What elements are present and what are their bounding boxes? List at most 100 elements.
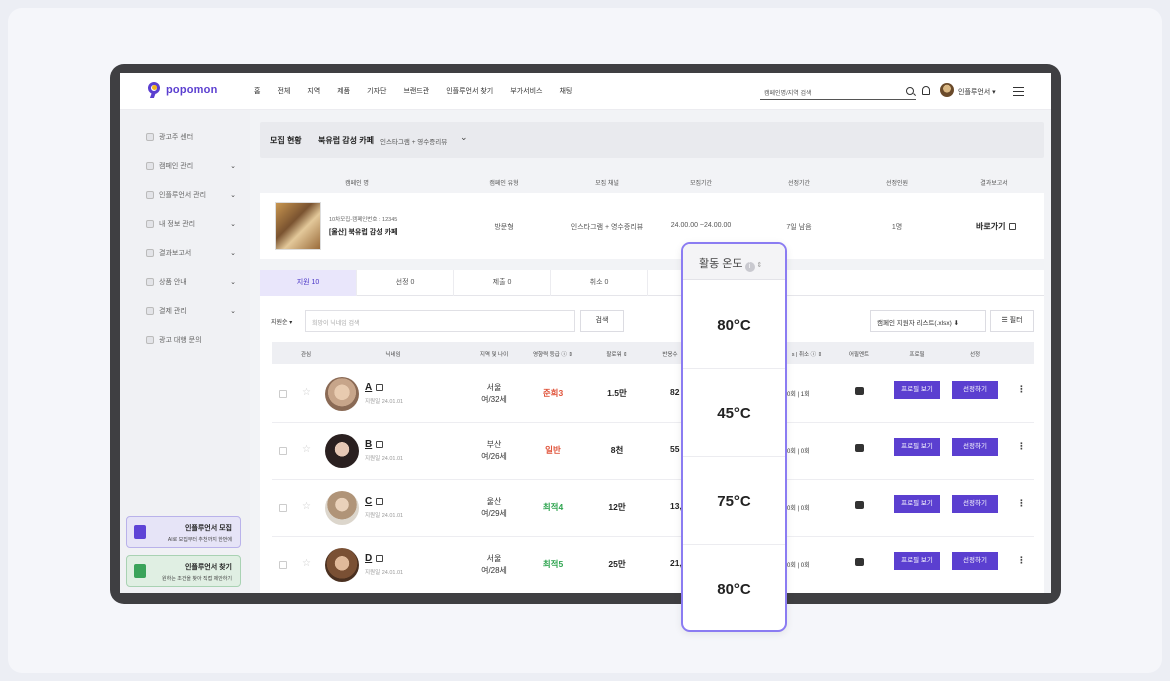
star-icon[interactable]: ☆ [302,558,311,569]
age: 여/32세 [481,395,507,404]
sidebar-item-influencer[interactable]: 인플루언서 관리 ⌄ [146,190,236,200]
campaign-meta: 10차모집-캠페인번호 : 12345 [329,217,398,223]
activity-temperature-header[interactable]: 활동 온도 i ⇕ [683,244,785,280]
select-button[interactable]: 선정하기 [952,438,998,456]
nav-product[interactable]: 제품 [337,86,350,96]
influence-grade: 준희3 [542,388,564,398]
profile-button[interactable]: 프로필 보기 [894,438,940,456]
nav-chat[interactable]: 채팅 [559,86,572,96]
sort-select[interactable]: 지원순 ▾ [271,317,292,326]
nickname-link[interactable]: B [365,439,384,450]
profile-button[interactable]: 프로필 보기 [894,381,940,399]
filter-row: 지원순 ▾ 희망이 닉네임 검색 검색 캠페인 지원자 리스트(.xlsx) ⬇… [260,309,1044,333]
temperature-value: 75°C [683,457,785,545]
search-button[interactable]: 검색 [580,310,624,332]
col-header: 어필멘트 [848,352,870,358]
sidebar-item-report[interactable]: 결과보고서 ⌄ [146,248,236,258]
col-header: 닉네임 [385,352,401,358]
external-link-icon [376,498,384,505]
star-icon[interactable]: ☆ [302,501,311,512]
card-icon [146,307,154,315]
recruit-status-bar: 모집 현황 북유럽 감성 카페 인스타그램 + 영수증리뷰 ⌄ [260,122,1044,158]
message-icon[interactable] [855,558,864,566]
star-icon[interactable]: ☆ [302,444,311,455]
sidebar-item-label: 광고주 센터 [159,134,194,141]
sidebar-item-my-info[interactable]: 내 정보 관리 ⌄ [146,219,236,229]
nickname-link[interactable]: C [365,496,384,507]
sidebar-item-advertiser-center[interactable]: 광고주 센터 [146,132,236,142]
more-icon[interactable]: ⋮ [1017,555,1026,566]
sidebar-item-label: 상품 안내 [159,279,187,286]
sidebar-item-product[interactable]: 상품 안내 ⌄ [146,277,236,287]
tab-applied[interactable]: 지원 10 [260,270,357,296]
col-header: 관심 [300,352,312,358]
sidebar-item-agency[interactable]: 광고 대행 문의 [146,335,236,345]
profile-button[interactable]: 프로필 보기 [894,552,940,570]
more-icon[interactable]: ⋮ [1017,384,1026,395]
message-icon[interactable] [855,387,864,395]
logo-icon [148,82,161,98]
nickname-search-input[interactable]: 희망이 닉네임 검색 [305,310,575,332]
more-icon[interactable]: ⋮ [1017,498,1026,509]
star-icon[interactable]: ☆ [302,387,311,398]
message-icon[interactable] [855,501,864,509]
sidebar-item-campaign[interactable]: 캠페인 관리 ⌄ [146,161,236,171]
hamburger-menu-icon[interactable] [1013,87,1024,96]
nav-find-influencer[interactable]: 인플루언서 찾기 [446,86,493,96]
applicant-panel: 지원 10 선정 0 제출 0 취소 0 지원순 ▾ 희망이 닉네임 검색 검색… [260,270,1044,593]
campaign-select[interactable]: 북유럽 감성 카페 [318,135,374,146]
col-header[interactable]: 영향력 등급 ⓘ ⇕ [533,350,573,358]
select-button[interactable]: 선정하기 [952,381,998,399]
tab-selected[interactable]: 선정 0 [357,270,454,296]
promo-recruit[interactable]: 인플루언서 모집 AI로 모집부터 추천까지 한번에 [126,516,241,548]
filter-button[interactable]: ☰ 필터 [990,310,1034,332]
col-header[interactable]: 팔로워 ⇕ [606,350,627,358]
nickname-link[interactable]: A [365,382,384,393]
row-checkbox[interactable] [279,504,287,512]
nav-brand[interactable]: 브랜드관 [403,86,429,96]
nav-home[interactable]: 홈 [254,86,260,96]
col-header[interactable]: s | 취소 ⓘ ⇕ [792,350,823,358]
table-row: ☆ A 지원일 24.01.01 서울 여/32세 준희3 1.5만 82 0회 … [272,367,1034,423]
select-button[interactable]: 선정하기 [952,495,998,513]
sidebar-item-payment[interactable]: 결제 관리 ⌄ [146,306,236,316]
search-icon[interactable] [906,87,914,95]
report-link[interactable]: 바로가기 [976,221,1017,232]
nav-extra-services[interactable]: 부가서비스 [510,86,542,96]
info-icon[interactable]: i [744,262,755,272]
col-header: 지역 및 나이 [479,352,509,358]
star-icon [146,191,154,199]
nickname-link[interactable]: D [365,553,384,564]
search-input[interactable]: 캠페인명/지역 검색 [760,84,916,100]
select-button[interactable]: 선정하기 [952,552,998,570]
user-menu[interactable]: 인플루언서 ▾ [958,87,996,97]
external-link-icon [376,384,384,391]
avatar[interactable] [940,83,954,97]
campaign-thumbnail [275,202,321,250]
logo[interactable]: popomon [148,82,218,98]
logo-text: popomon [166,84,218,96]
tab-cancelled[interactable]: 취소 0 [551,270,648,296]
download-xlsx-button[interactable]: 캠페인 지원자 리스트(.xlsx) ⬇ [870,310,986,332]
promo-find[interactable]: 인플루언서 찾기 원하는 조건을 찾아 직접 제안하기 [126,555,241,587]
cancel-count: 0회 | 1회 [787,392,810,398]
message-icon[interactable] [855,444,864,452]
region-age: 울산 여/29세 [481,496,507,520]
temperature-value: 80°C [717,581,751,598]
tab-submitted[interactable]: 제출 0 [454,270,551,296]
nav-reporters[interactable]: 기자단 [367,86,386,96]
sort-icon[interactable]: ⇕ [757,262,763,269]
profile-button[interactable]: 프로필 보기 [894,495,940,513]
bell-icon[interactable] [922,86,930,95]
promo-title: 인플루언서 찾기 [184,564,232,571]
more-icon[interactable]: ⋮ [1017,441,1026,452]
row-checkbox[interactable] [279,561,287,569]
row-checkbox[interactable] [279,390,287,398]
chevron-down-icon[interactable]: ⌄ [460,132,468,143]
col-header: 선정 [969,352,981,358]
col-header[interactable]: 반응수 [662,350,677,358]
nav-region[interactable]: 지역 [307,86,320,96]
activity-temperature-column: 활동 온도 i ⇕ 80°C 45°C 75°C 80°C [681,242,787,632]
row-checkbox[interactable] [279,447,287,455]
nav-all[interactable]: 전체 [277,86,290,96]
